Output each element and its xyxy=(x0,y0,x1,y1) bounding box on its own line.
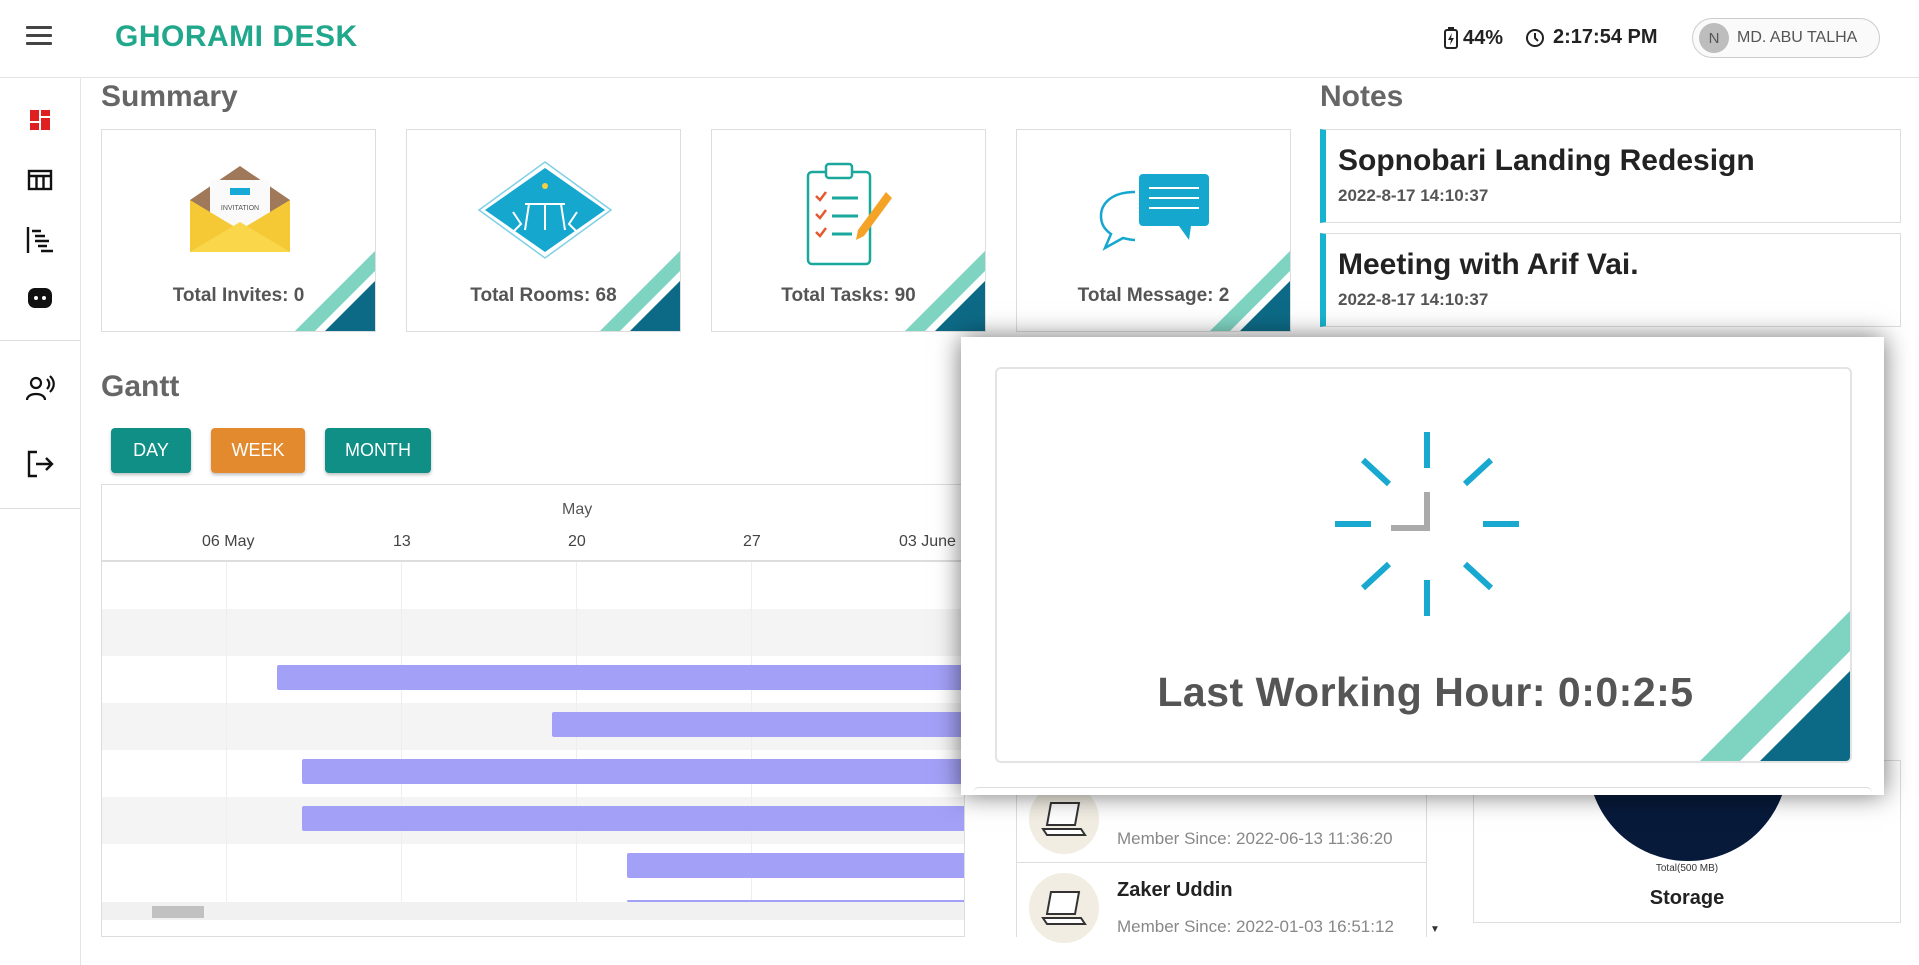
battery-status: 44% xyxy=(1442,26,1503,50)
gantt-row xyxy=(102,609,964,656)
gantt-month-label: May xyxy=(562,501,593,518)
sidebar-item-members[interactable] xyxy=(24,372,56,404)
user-chip[interactable]: N MD. ABU TALHA xyxy=(1692,18,1880,58)
gantt-tick: 03 June xyxy=(899,533,956,550)
sidebar-item-gantt[interactable] xyxy=(24,224,56,256)
chat-bubbles-icon xyxy=(1099,174,1209,251)
battery-percent: 44% xyxy=(1463,26,1504,49)
note-date: 2022-8-17 14:10:37 xyxy=(1338,290,1489,309)
working-hour-modal: Last Working Hour: 0:0:2:5 xyxy=(961,337,1884,795)
loading-spinner-icon xyxy=(1335,432,1519,616)
top-bar: GHORAMI DESK 44% 2:17:54 PM N MD. ABU TA… xyxy=(0,0,1919,78)
gantt-month-button[interactable]: MONTH xyxy=(325,428,431,473)
logout-icon xyxy=(27,450,54,478)
working-hour-card: Last Working Hour: 0:0:2:5 xyxy=(995,367,1852,763)
clipboard-tasks-icon xyxy=(806,162,892,266)
invitation-envelope-icon: INVITATION xyxy=(190,166,290,252)
scroll-down-arrow-icon[interactable]: ▼ xyxy=(1430,924,1440,935)
sidebar-item-chat[interactable] xyxy=(24,282,56,314)
card-corner-decoration xyxy=(905,251,985,331)
gantt-week-button[interactable]: WEEK xyxy=(211,428,305,473)
current-time: 2:17:54 PM xyxy=(1553,26,1658,48)
note-title: Sopnobari Landing Redesign xyxy=(1338,144,1755,177)
notes-title: Notes xyxy=(1320,80,1404,113)
member-since: Member Since: 2022-01-03 16:51:12 xyxy=(1117,917,1394,936)
summary-title: Summary xyxy=(101,80,238,113)
card-corner-decoration xyxy=(295,251,375,331)
laptop-icon xyxy=(1029,873,1099,943)
sidebar-item-logout[interactable] xyxy=(24,448,56,480)
gantt-title: Gantt xyxy=(101,370,180,403)
note-item[interactable]: Meeting with Arif Vai. 2022-8-17 14:10:3… xyxy=(1320,233,1901,327)
gantt-tick: 06 May xyxy=(202,533,255,550)
sidebar-item-dashboard[interactable] xyxy=(24,104,56,136)
summary-card-messages[interactable]: Total Message: 2 xyxy=(1016,129,1291,332)
member-name: Zaker Uddin xyxy=(1117,879,1233,901)
summary-card-rooms[interactable]: Total Rooms: 68 xyxy=(406,129,681,332)
chat-bot-icon xyxy=(28,288,52,308)
note-date: 2022-8-17 14:10:37 xyxy=(1338,186,1489,205)
person-voice-icon xyxy=(25,375,55,401)
gantt-list-icon xyxy=(26,227,53,253)
clock-status: 2:17:54 PM xyxy=(1525,26,1658,49)
gantt-task-bar[interactable] xyxy=(302,806,964,831)
card-corner-decoration xyxy=(600,251,680,331)
card-corner-decoration xyxy=(1210,251,1290,331)
gantt-row xyxy=(102,562,964,609)
storage-total: Total(500 MB) xyxy=(1655,863,1719,874)
meeting-room-icon xyxy=(477,161,613,259)
gantt-tick: 27 xyxy=(743,533,761,550)
card-corner-decoration xyxy=(1700,611,1850,761)
gantt-task-bar[interactable] xyxy=(277,665,964,690)
storage-label: Storage xyxy=(1649,887,1725,909)
sidebar-item-table[interactable] xyxy=(24,164,56,196)
gantt-tick: 13 xyxy=(393,533,411,550)
note-item[interactable]: Sopnobari Landing Redesign 2022-8-17 14:… xyxy=(1320,129,1901,223)
member-item[interactable]: Zaker Uddin Member Since: 2022-01-03 16:… xyxy=(1016,862,1427,943)
dashboard-icon xyxy=(30,110,50,130)
gantt-task-bar[interactable] xyxy=(302,759,964,784)
gantt-task-bar[interactable] xyxy=(627,853,964,878)
gantt-tick: 20 xyxy=(568,533,586,550)
avatar: N xyxy=(1699,23,1729,53)
table-icon xyxy=(27,169,53,191)
user-name: MD. ABU TALHA xyxy=(1737,29,1858,46)
gantt-chart[interactable]: May 06 May 13 20 27 03 June xyxy=(101,484,965,937)
hamburger-menu-icon[interactable] xyxy=(26,26,52,48)
summary-card-tasks[interactable]: Total Tasks: 90 xyxy=(711,129,986,332)
note-title: Meeting with Arif Vai. xyxy=(1338,248,1639,281)
battery-icon xyxy=(1444,27,1458,49)
sidebar xyxy=(0,78,81,965)
clock-icon xyxy=(1526,28,1544,47)
summary-card-invites[interactable]: INVITATION Total Invites: 0 xyxy=(101,129,376,332)
app-brand[interactable]: GHORAMI DESK xyxy=(115,20,358,54)
gantt-task-bar[interactable] xyxy=(552,712,964,737)
member-since: Member Since: 2022-06-13 11:36:20 xyxy=(1117,829,1393,848)
horizontal-scrollbar[interactable] xyxy=(102,902,964,920)
gantt-day-button[interactable]: DAY xyxy=(111,428,191,473)
svg-text:INVITATION: INVITATION xyxy=(221,205,259,212)
scrollbar-thumb[interactable] xyxy=(152,906,204,918)
